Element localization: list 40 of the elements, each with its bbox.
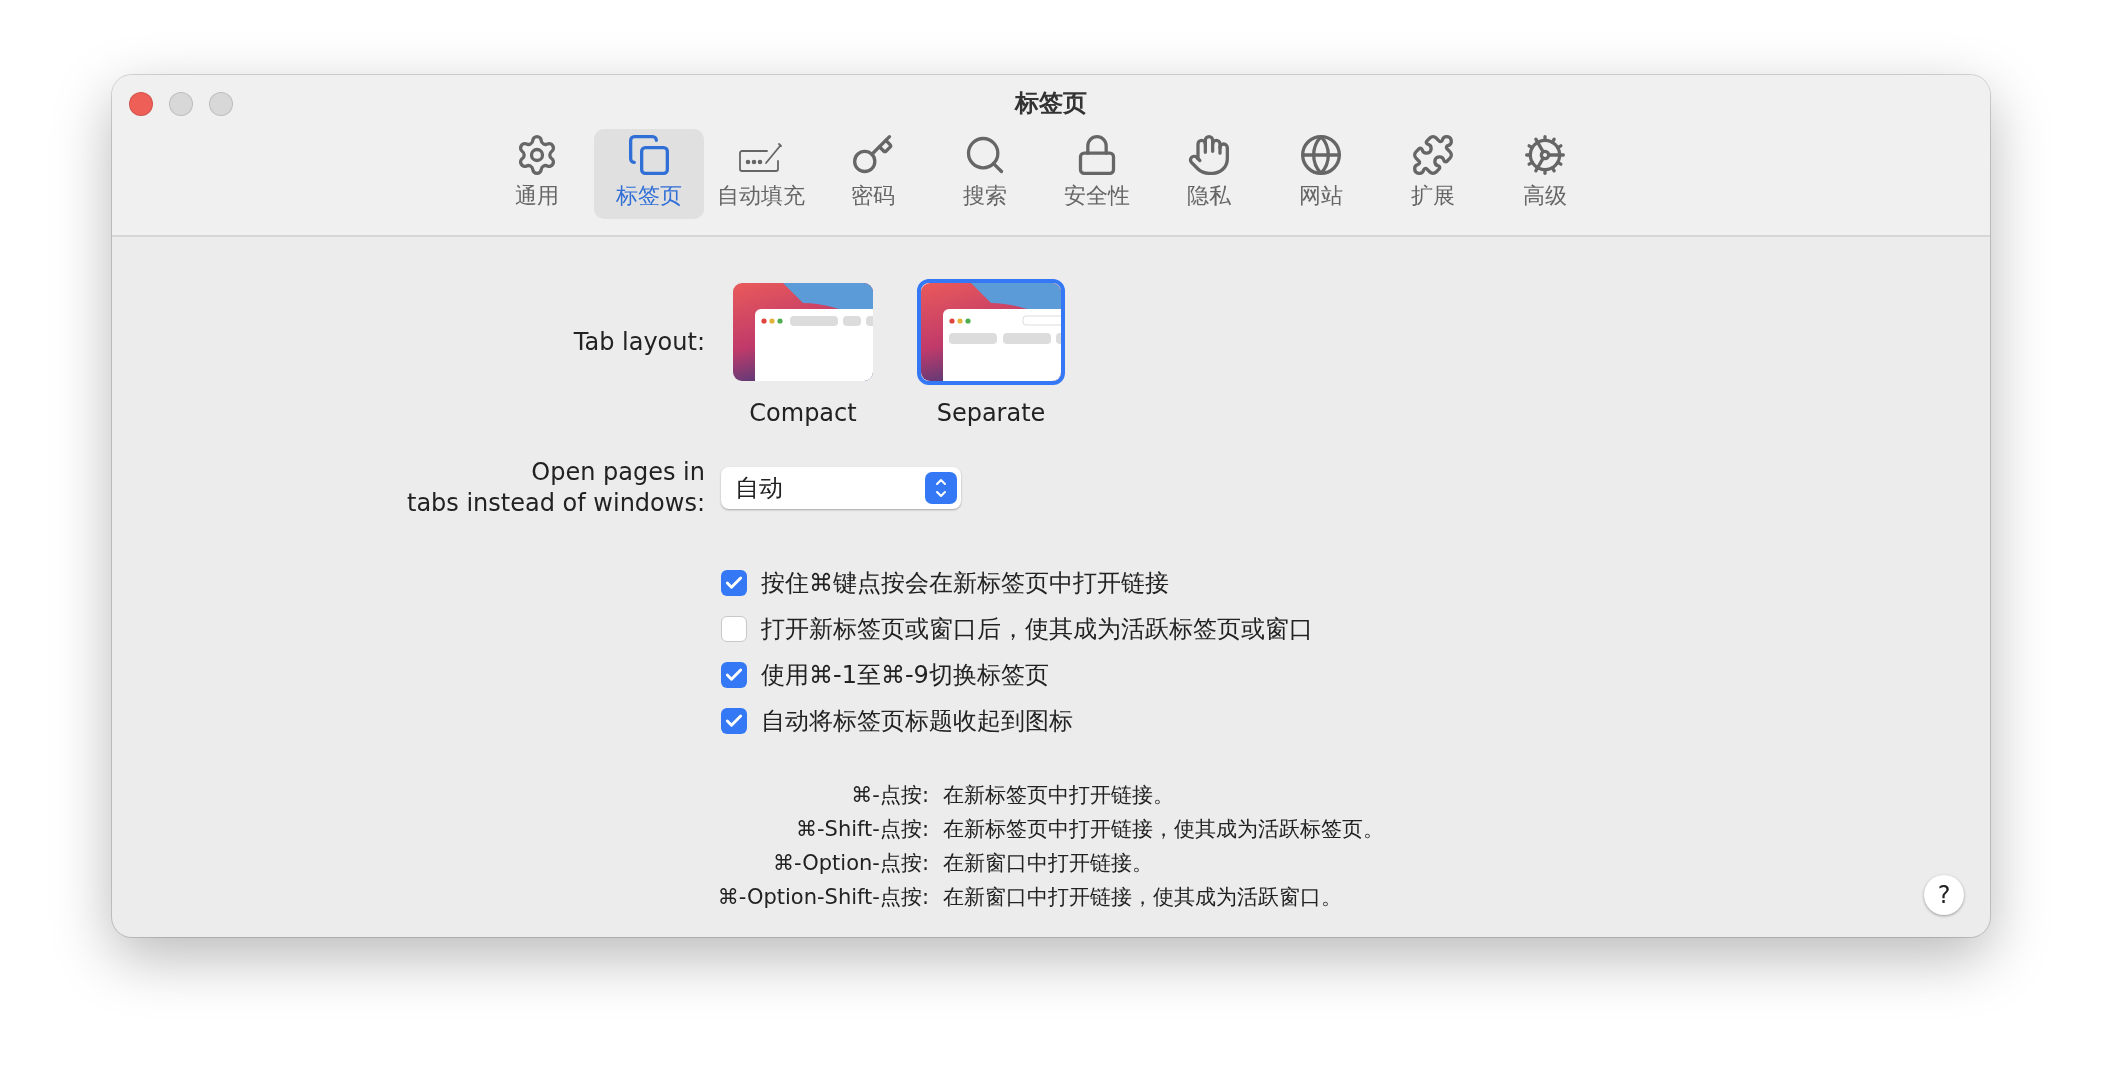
checkbox[interactable] [721,708,747,734]
toolbar-tab[interactable]: 扩展 [1378,129,1488,219]
toolbar-tab[interactable]: 搜索 [930,129,1040,219]
checkbox[interactable] [721,662,747,688]
cog-icon [1523,133,1567,177]
shortcut-keys: ⌘-Shift-点按: [112,815,929,843]
puzzle-piece-icon [1411,133,1455,177]
toolbar-tab[interactable]: 密码 [818,129,928,219]
checkbox[interactable] [721,616,747,642]
close-button[interactable] [129,92,153,116]
popup-menu[interactable]: 自动 [721,467,961,509]
checkbox-label: 使用⌘-1至⌘-9切换标签页 [761,660,1049,691]
checkbox-label: 按住⌘键点按会在新标签页中打开链接 [761,568,1169,599]
shortcut-description: 在新窗口中打开链接，使其成为活跃窗口。 [943,884,1343,911]
field-label: Tab layout: [572,327,705,358]
field-label: Open pages in tabs instead of windows: [405,457,705,519]
toolbar-tab[interactable]: 安全性 [1042,129,1152,219]
help-button[interactable]: ? [1924,875,1964,915]
checkbox-label: 自动将标签页标题收起到图标 [761,706,1073,737]
hand-icon [1187,133,1231,177]
toolbar-tab[interactable]: 隐私 [1154,129,1264,219]
shortcut-description: 在新标签页中打开链接，使其成为活跃标签页。 [943,816,1384,843]
toolbar-tab[interactable]: 高级 [1490,129,1600,219]
shortcut-keys: ⌘-点按: [112,781,929,809]
globe-icon [1299,133,1343,177]
toolbar-tab[interactable]: 通用 [482,129,592,219]
option-label: Separate [936,399,1046,427]
checkbox-label: 打开新标签页或窗口后，使其成为活跃标签页或窗口 [761,614,1313,645]
toolbar-tab[interactable]: 自动填充 [706,129,816,219]
checkbox[interactable] [721,570,747,596]
shortcut-description: 在新标签页中打开链接。 [943,782,1175,809]
option-label: Compact [749,399,857,427]
shortcut-keys: ⌘-Option-Shift-点按: [112,883,929,911]
overlapping-squares-icon [627,133,671,177]
window-title: 标签页 [1015,88,1087,119]
toolbar-tab[interactable]: 网站 [1266,129,1376,219]
toolbar-tab[interactable]: 标签页 [594,129,704,219]
shortcut-keys: ⌘-Option-点按: [112,849,929,877]
stepper-chevrons-icon [925,472,957,504]
shortcut-description: 在新窗口中打开链接。 [943,850,1154,877]
